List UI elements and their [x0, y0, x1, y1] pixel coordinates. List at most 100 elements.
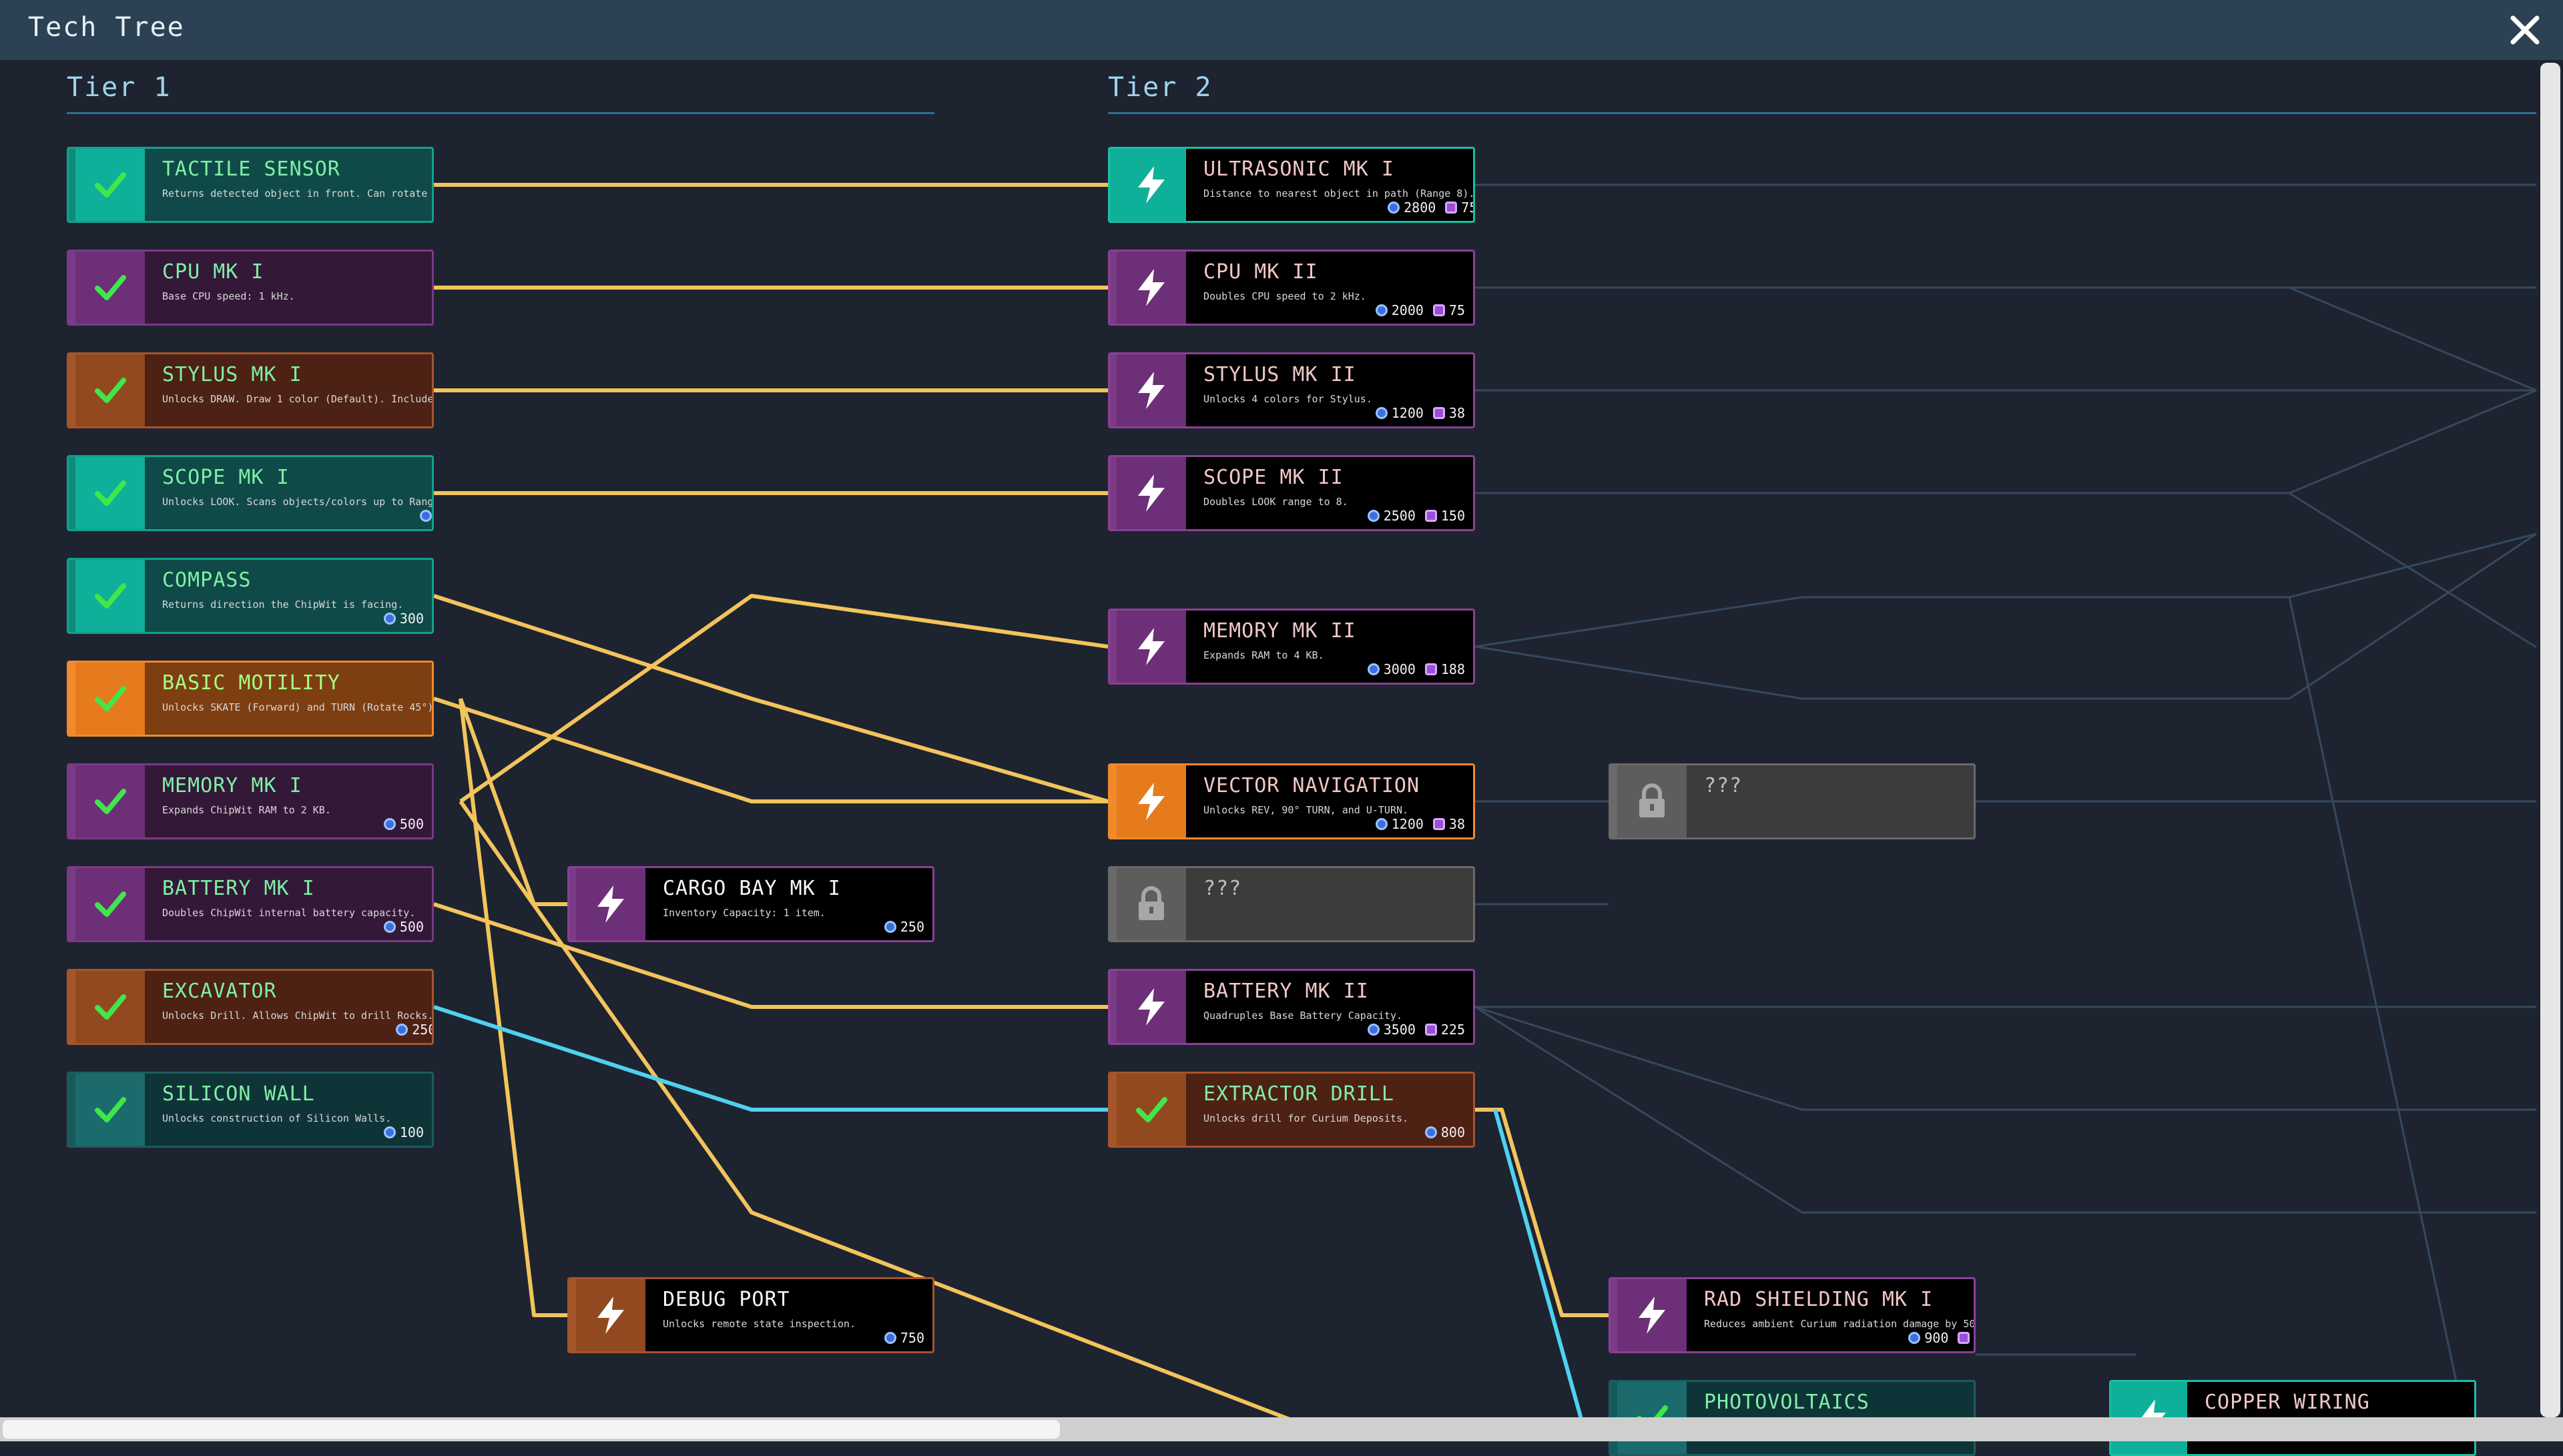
node-name: EXCAVATOR: [162, 980, 277, 1003]
tech-node-mem1[interactable]: MEMORY MK I Expands ChipWit RAM to 2 KB. 5…: [67, 763, 434, 839]
energy-icon: [884, 1332, 896, 1344]
cost-energy: 300: [383, 611, 424, 627]
check-icon: [75, 457, 145, 529]
check-icon: [75, 560, 145, 632]
tech-node-silicon[interactable]: SILICON WALL Unlocks construction of Sili…: [67, 1072, 434, 1148]
node-description: Unlocks SKATE (Forward) and TURN (Rotate…: [162, 701, 434, 713]
node-costs: 750: [884, 1330, 924, 1346]
lightning-icon: [1117, 149, 1186, 221]
prerequisite-link: [433, 594, 1109, 803]
cost-curium: 38: [1432, 405, 1465, 421]
tech-node-extractor[interactable]: EXTRACTOR DRILL Unlocks drill for Curium …: [1108, 1072, 1475, 1148]
energy-icon: [383, 613, 396, 625]
node-name: SILICON WALL: [162, 1082, 315, 1106]
check-icon: [75, 252, 145, 324]
node-strip: [69, 765, 75, 837]
cost-energy: 750: [884, 1330, 924, 1346]
energy-icon: [396, 1024, 408, 1036]
curium-icon: [1424, 1024, 1437, 1036]
node-content: DEBUG PORT Unlocks remote state inspectio…: [645, 1279, 932, 1351]
cost-curium-value: 75: [1448, 302, 1465, 318]
node-costs: 2500 150: [1367, 508, 1465, 524]
node-strip: [1110, 971, 1117, 1043]
node-costs: 800: [1424, 1124, 1465, 1140]
node-content: EXTRACTOR DRILL Unlocks drill for Curium …: [1186, 1074, 1473, 1146]
inactive-link: [2289, 492, 2537, 649]
cost-curium: 75: [1432, 302, 1465, 318]
cost-energy-value: 2000: [1391, 302, 1424, 318]
tech-node-bat2[interactable]: BATTERY MK II Quadruples Base Battery Cap…: [1108, 969, 1475, 1045]
node-strip: [69, 149, 75, 221]
lock-icon: [1617, 765, 1687, 837]
node-strip: [69, 1074, 75, 1146]
node-strip: [1611, 1279, 1617, 1351]
node-name: SCOPE MK II: [1203, 466, 1344, 489]
cost-energy-value: 500: [399, 816, 424, 832]
cost-energy-value: 750: [900, 1330, 924, 1346]
vertical-scrollbar[interactable]: [2540, 63, 2560, 1417]
energy-icon: [383, 921, 396, 933]
node-strip: [1110, 611, 1117, 683]
tech-node-debug[interactable]: DEBUG PORT Unlocks remote state inspectio…: [567, 1277, 934, 1353]
cost-energy: 2800: [1388, 200, 1436, 216]
tech-node-tactile[interactable]: TACTILE SENSOR Returns detected object in…: [67, 147, 434, 223]
tech-node-cpu1[interactable]: CPU MK I Base CPU speed: 1 kHz.: [67, 250, 434, 326]
node-content: TACTILE SENSOR Returns detected object in…: [145, 149, 432, 221]
node-name: TACTILE SENSOR: [162, 157, 340, 181]
cost-energy-value: 500: [399, 919, 424, 935]
tech-node-scope2[interactable]: SCOPE MK II Doubles LOOK range to 8. 2500 1…: [1108, 455, 1475, 531]
tech-node-cargo[interactable]: CARGO BAY MK I Inventory Capacity: 1 item…: [567, 866, 934, 942]
node-costs: 1200 38: [1375, 816, 1465, 832]
node-strip: [569, 1279, 576, 1351]
tech-node-locked2[interactable]: ???: [1609, 763, 1976, 839]
check-icon: [75, 663, 145, 735]
node-description: Doubles CPU speed to 2 kHz.: [1203, 290, 1366, 302]
node-content: RAD SHIELDING MK I Reduces ambient Curium…: [1687, 1279, 1974, 1351]
horizontal-scrollbar[interactable]: [0, 1417, 2563, 1441]
tech-node-stylus2[interactable]: STYLUS MK II Unlocks 4 colors for Stylus.…: [1108, 352, 1475, 428]
node-name: BATTERY MK II: [1203, 980, 1369, 1003]
cost-energy-value: 1200: [1391, 816, 1424, 832]
tech-node-motility[interactable]: BASIC MOTILITY Unlocks SKATE (Forward) an…: [67, 661, 434, 737]
tech-node-compass[interactable]: COMPASS Returns direction the ChipWit is …: [67, 558, 434, 634]
check-icon: [75, 765, 145, 837]
tech-node-excavator[interactable]: EXCAVATOR Unlocks Drill. Allows ChipWit t…: [67, 969, 434, 1045]
energy-icon: [1367, 510, 1380, 522]
tech-node-bat1[interactable]: BATTERY MK I Doubles ChipWit internal bat…: [67, 866, 434, 942]
tech-node-scope1[interactable]: SCOPE MK I Unlocks LOOK. Scans objects/co…: [67, 455, 434, 531]
energy-icon: [1375, 304, 1388, 316]
node-strip: [1110, 149, 1117, 221]
inactive-link: [1475, 389, 2537, 494]
cost-energy-value: 250: [412, 1022, 434, 1038]
check-icon: [75, 868, 145, 940]
node-name: VECTOR NAVIGATION: [1203, 774, 1420, 797]
curium-icon: [1424, 663, 1437, 675]
horizontal-scrollbar-thumb[interactable]: [3, 1420, 1060, 1439]
node-description: Base CPU speed: 1 kHz.: [162, 290, 295, 302]
tech-node-radshield[interactable]: RAD SHIELDING MK I Reduces ambient Curium…: [1609, 1277, 1976, 1353]
tech-node-ultra1[interactable]: ULTRASONIC MK I Distance to nearest objec…: [1108, 147, 1475, 223]
node-name: CPU MK I: [162, 260, 264, 284]
node-name: CARGO BAY MK I: [663, 877, 841, 900]
node-content: SCOPE MK I Unlocks LOOK. Scans objects/co…: [145, 457, 432, 529]
node-content: ULTRASONIC MK I Distance to nearest objec…: [1186, 149, 1473, 221]
cost-energy: 3000: [1367, 661, 1416, 677]
node-strip: [69, 663, 75, 735]
tech-node-locked1[interactable]: ???: [1108, 866, 1475, 942]
cost-energy-value: 100: [399, 1124, 424, 1140]
tech-node-vecnav[interactable]: VECTOR NAVIGATION Unlocks REV, 90° TURN, …: [1108, 763, 1475, 839]
tech-node-stylus1[interactable]: STYLUS MK I Unlocks DRAW. Draw 1 color (D…: [67, 352, 434, 428]
node-costs: 500: [383, 816, 424, 832]
tech-node-mem2[interactable]: MEMORY MK II Expands RAM to 4 KB. 3000 188: [1108, 609, 1475, 685]
prerequisite-link: [459, 594, 1109, 803]
node-name: ULTRASONIC MK I: [1203, 157, 1394, 181]
curium-icon: [1432, 818, 1445, 830]
node-costs: 300: [383, 611, 424, 627]
node-name: STYLUS MK I: [162, 363, 302, 386]
cost-curium: 75: [1445, 200, 1473, 216]
tech-node-cpu2[interactable]: CPU MK II Doubles CPU speed to 2 kHz. 2000…: [1108, 250, 1475, 326]
node-name: MEMORY MK I: [162, 774, 302, 797]
cost-energy: 1200: [1375, 405, 1424, 421]
node-strip: [1611, 765, 1617, 837]
inactive-link: [1474, 532, 2537, 700]
